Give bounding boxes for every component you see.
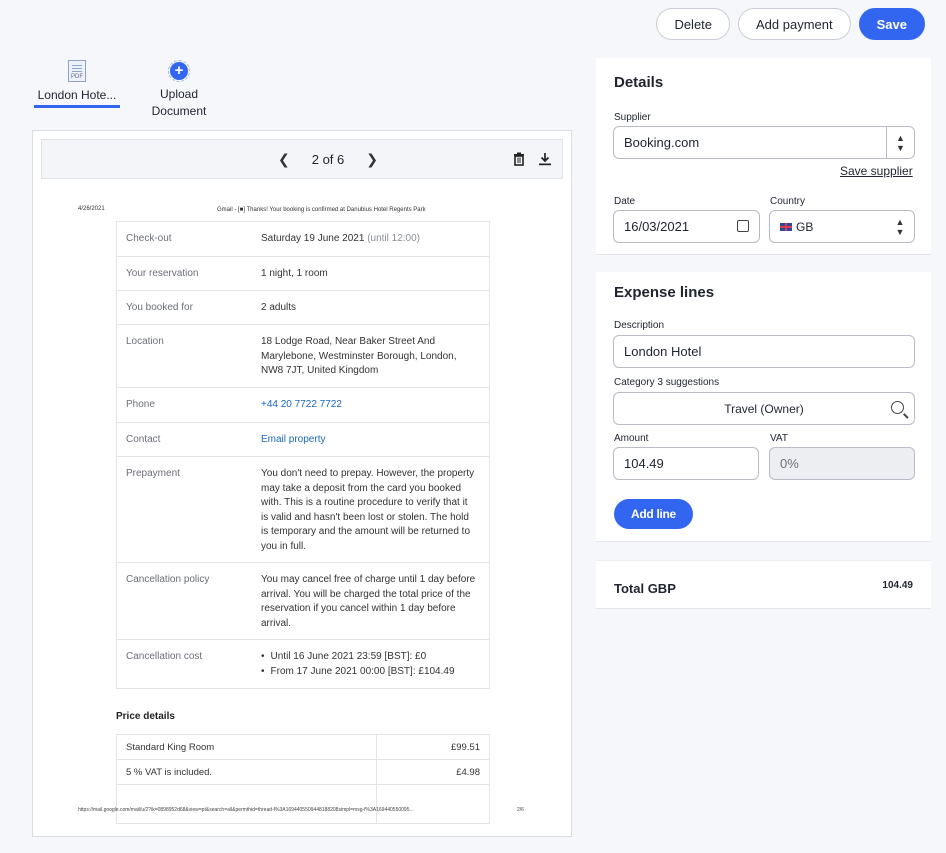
delete-button[interactable]: Delete bbox=[656, 8, 731, 40]
calendar-icon[interactable] bbox=[737, 220, 749, 232]
add-payment-button[interactable]: Add payment bbox=[738, 8, 851, 40]
table-row: Cancellation policy You may cancel free … bbox=[117, 562, 489, 639]
table-row: Your reservation 1 night, 1 room bbox=[117, 256, 489, 290]
table-row: Phone +44 20 7722 7722 bbox=[117, 387, 489, 422]
expense-lines-card: Expense lines Description London Hotel C… bbox=[596, 272, 931, 542]
details-heading: Details bbox=[614, 74, 664, 91]
download-icon[interactable] bbox=[538, 152, 552, 166]
amount-label: Amount bbox=[614, 433, 649, 444]
doc-header-title: Gmail - [■] Thanks! Your booking is conf… bbox=[217, 207, 426, 213]
email-property-link[interactable]: Email property bbox=[251, 433, 489, 456]
pager: ❮ 2 of 6 ❯ bbox=[278, 151, 378, 168]
upload-document-label: Upload Document bbox=[151, 87, 207, 118]
uk-flag-icon bbox=[780, 222, 792, 231]
table-row: Standard King Room £99.51 bbox=[117, 735, 489, 760]
table-row: You booked for 2 adults bbox=[117, 290, 489, 324]
supplier-select[interactable]: Booking.com ▲ ▼ bbox=[613, 126, 915, 159]
table-row bbox=[117, 785, 489, 823]
phone-link[interactable]: +44 20 7722 7722 bbox=[251, 398, 489, 422]
supplier-label: Supplier bbox=[614, 112, 651, 123]
doc-header-date: 4/26/2021 bbox=[78, 206, 105, 212]
table-row: Prepayment You don't need to prepay. How… bbox=[117, 456, 489, 562]
viewer-toolbar: ❮ 2 of 6 ❯ bbox=[41, 139, 563, 179]
expense-lines-heading: Expense lines bbox=[614, 284, 715, 301]
date-label: Date bbox=[614, 196, 636, 207]
vat-input: 0% bbox=[769, 447, 915, 480]
pdf-file-icon: PDF bbox=[68, 60, 86, 82]
plus-circle-icon: + bbox=[168, 60, 190, 82]
category-label: Category 3 suggestions bbox=[614, 377, 720, 388]
file-tab-label: London Hote... bbox=[34, 88, 120, 108]
total-value: 104.49 bbox=[882, 580, 913, 591]
doc-footer-page: 2/6 bbox=[517, 807, 524, 813]
table-row: Location 18 Lodge Road, Near Baker Stree… bbox=[117, 324, 489, 387]
country-label: Country bbox=[770, 196, 806, 207]
previous-page-chevron-icon[interactable]: ❮ bbox=[278, 151, 290, 168]
table-row: Cancellation cost Until 16 June 2021 23:… bbox=[117, 639, 489, 688]
price-details-heading: Price details bbox=[116, 711, 175, 722]
select-arrows-icon: ▲ ▼ bbox=[886, 127, 914, 158]
table-row: 5 % VAT is included. £4.98 bbox=[117, 760, 489, 785]
total-label: Total GBP bbox=[614, 581, 676, 596]
top-actions: Delete Add payment Save bbox=[656, 8, 925, 40]
table-row: Contact Email property bbox=[117, 422, 489, 456]
booking-details-table: Check-out Saturday 19 June 2021 (until 1… bbox=[116, 221, 490, 689]
document-page: 4/26/2021 Gmail - [■] Thanks! Your booki… bbox=[57, 193, 549, 833]
save-supplier-link[interactable]: Save supplier bbox=[840, 164, 913, 178]
select-arrows-icon: ▲ ▼ bbox=[895, 216, 905, 237]
trash-icon[interactable] bbox=[512, 152, 526, 166]
description-label: Description bbox=[614, 320, 665, 331]
file-tab-london-hotel[interactable]: PDF London Hote... bbox=[34, 60, 120, 108]
save-button[interactable]: Save bbox=[858, 8, 925, 40]
description-input[interactable]: London Hotel bbox=[613, 335, 915, 368]
viewer-tools bbox=[512, 152, 552, 166]
upload-document-button[interactable]: + Upload Document bbox=[140, 60, 218, 120]
doc-footer-url: https://mail.google.com/mail/u/2?ik=0898… bbox=[78, 807, 414, 813]
details-card: Details Supplier Booking.com ▲ ▼ Save sup… bbox=[596, 58, 931, 255]
vat-label: VAT bbox=[770, 433, 788, 444]
table-row: Check-out Saturday 19 June 2021 (until 1… bbox=[117, 221, 489, 256]
add-line-button[interactable]: Add line bbox=[614, 499, 693, 529]
country-select[interactable]: GB ▲ ▼ bbox=[769, 210, 915, 243]
page-indicator: 2 of 6 bbox=[311, 152, 345, 167]
date-input[interactable]: 16/03/2021 bbox=[613, 210, 760, 243]
amount-input[interactable]: 104.49 bbox=[613, 447, 759, 480]
next-page-chevron-icon[interactable]: ❯ bbox=[366, 151, 378, 168]
category-search-input[interactable]: Travel (Owner) bbox=[613, 392, 915, 425]
search-icon[interactable] bbox=[891, 401, 904, 414]
total-card: Total GBP 104.49 bbox=[596, 560, 931, 609]
document-viewer: ❮ 2 of 6 ❯ 4/26/2021 Gmail - [■] Thanks!… bbox=[32, 130, 572, 837]
